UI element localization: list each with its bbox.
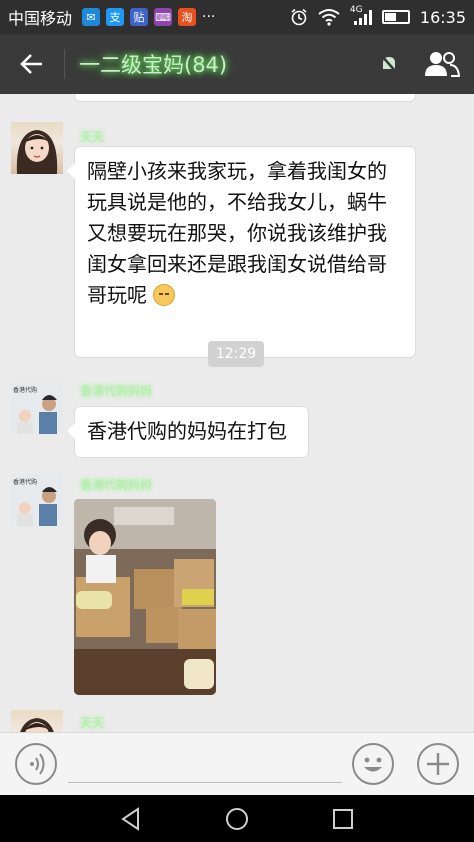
tieba-app-icon: 贴 (130, 8, 149, 26)
avatar[interactable] (11, 710, 63, 732)
message-bubble[interactable]: 香港代购的妈妈在打包 (67, 406, 309, 458)
carrier-label: 中国移动 (8, 9, 73, 28)
voice-button[interactable] (15, 743, 57, 785)
sender-name: 香港代购妈妈 (80, 384, 153, 398)
avatar-girl-image (20, 718, 54, 732)
more-notifications-icon: ··· (202, 9, 216, 25)
mute-bell-icon (380, 54, 398, 74)
message-input[interactable] (68, 745, 342, 783)
smiley-icon (364, 757, 382, 772)
keyboard-app-icon: ⌨ (154, 8, 173, 26)
avatar-store-label: 香港代购 (13, 479, 38, 486)
wifi-icon (318, 9, 340, 26)
input-bar (0, 732, 474, 795)
time-badge: 12:29 (208, 341, 264, 367)
nav-home-button[interactable] (221, 803, 253, 835)
title-bar: 一二级宝妈(84) (0, 34, 474, 94)
back-button[interactable] (0, 34, 64, 94)
sender-name: 天天 (80, 130, 105, 144)
kiss-face-emoji-icon (153, 284, 176, 306)
group-info-button[interactable] (410, 34, 474, 94)
battery-icon (381, 10, 410, 24)
sender-name: 香港代购妈妈 (80, 478, 153, 492)
avatar[interactable]: 香港代购 (11, 474, 63, 526)
circle-home-icon (226, 808, 248, 830)
alipay-app-icon: 支 (106, 8, 125, 26)
square-recents-icon (333, 809, 353, 829)
nav-back-button[interactable] (115, 803, 147, 835)
arrow-left-icon (20, 54, 42, 74)
message-bubble[interactable]: 隔壁小孩来我家玩，拿着我闺女的玩具说是他的，不给我女儿，蜗牛又想要玩在那哭，你说… (67, 146, 416, 358)
plus-icon (427, 753, 449, 775)
bubble-tail (67, 163, 75, 179)
more-actions-button[interactable] (417, 743, 459, 785)
weixin-app-icon: ✉ (82, 8, 101, 26)
status-left: 中国移动 ✉ 支 贴 ⌨ 淘 ··· (8, 5, 290, 29)
bubble-tail (67, 423, 75, 439)
message-text: 香港代购的妈妈在打包 (87, 419, 287, 443)
signal-icon (353, 10, 372, 25)
sender-name: 天天 (80, 716, 105, 730)
status-right: 4G 16:35 (290, 5, 466, 27)
packing-photo-image (74, 499, 216, 695)
photo-message[interactable] (74, 499, 216, 695)
message-text: 隔壁小孩来我家玩，拿着我闺女的玩具说是他的，不给我女儿，蜗牛又想要玩在那哭，你说… (87, 159, 387, 307)
nav-recents-button[interactable] (327, 803, 359, 835)
chat-title: 一二级宝妈(84) (79, 53, 228, 77)
avatar[interactable]: 香港代购 (11, 382, 63, 434)
chat-area[interactable]: 天天 隔壁小孩来我家玩，拿着我闺女的玩具说是他的，不给我女儿，蜗牛又想要玩在那哭… (0, 94, 474, 732)
signal-indicator: 4G (350, 5, 372, 26)
system-nav-bar (0, 795, 474, 842)
people-icon (425, 52, 460, 77)
avatar[interactable] (11, 122, 63, 174)
taobao-app-icon: 淘 (178, 8, 197, 26)
avatar-store-label: 香港代购 (13, 387, 38, 394)
status-bar: 中国移动 ✉ 支 贴 ⌨ 淘 ··· 4G 16:35 (0, 0, 474, 34)
voice-wave-icon (30, 753, 45, 775)
alarm-icon (291, 8, 307, 26)
avatar-girl-image (16, 130, 58, 174)
clock-label: 16:35 (419, 7, 466, 27)
emoji-button[interactable] (352, 743, 394, 785)
triangle-back-icon (121, 807, 139, 831)
previous-message-bubble[interactable] (74, 94, 416, 102)
